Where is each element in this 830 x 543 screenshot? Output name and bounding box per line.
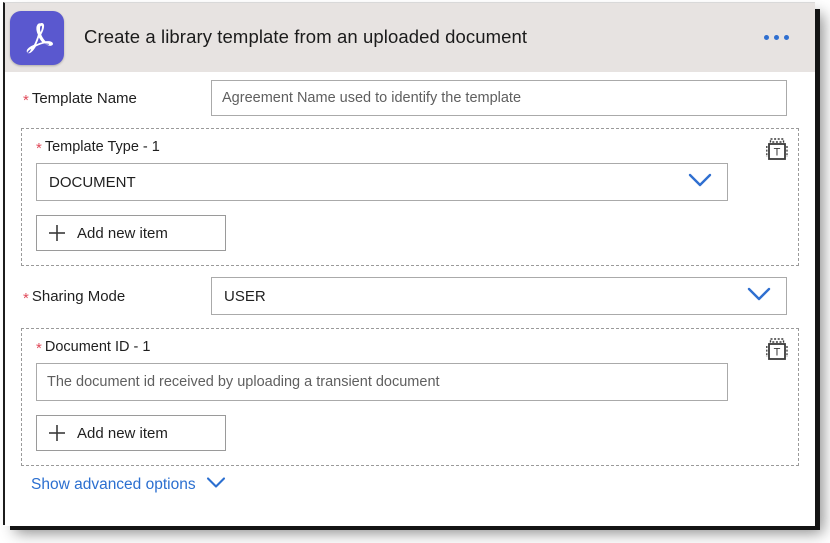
- screen-root: Create a library template from an upload…: [0, 0, 830, 543]
- document-id-add-new-item-button[interactable]: Add new item: [36, 415, 226, 451]
- chevron-down-icon: [206, 476, 226, 494]
- template-type-group: T * Template Type - 1 DOCUMENT: [21, 128, 799, 266]
- chevron-down-icon: [746, 286, 772, 306]
- document-id-delete-icon[interactable]: T: [766, 338, 788, 362]
- sharing-mode-label: * Sharing Mode: [23, 288, 211, 305]
- plus-icon: [37, 423, 77, 443]
- template-name-label: * Template Name: [23, 90, 211, 107]
- svg-text:T: T: [774, 347, 781, 359]
- ellipsis-dot: [774, 35, 779, 40]
- svg-text:T: T: [774, 147, 781, 159]
- template-name-placeholder: Agreement Name used to identify the temp…: [222, 90, 521, 106]
- more-options-ellipsis-icon[interactable]: [764, 35, 789, 40]
- template-type-delete-icon[interactable]: T: [766, 138, 788, 162]
- plus-icon: [37, 223, 77, 243]
- document-id-add-new-item-label: Add new item: [77, 425, 168, 442]
- document-id-label: * Document ID - 1: [36, 339, 784, 355]
- template-name-label-text: Template Name: [32, 90, 137, 107]
- document-id-placeholder: The document id received by uploading a …: [47, 374, 440, 390]
- required-asterisk: *: [23, 291, 29, 306]
- chevron-down-icon: [687, 172, 713, 192]
- adobe-acrobat-icon: [10, 11, 64, 65]
- template-type-label: * Template Type - 1: [36, 139, 784, 155]
- required-asterisk: *: [23, 93, 29, 108]
- required-asterisk: *: [36, 341, 42, 356]
- ellipsis-dot: [764, 35, 769, 40]
- show-advanced-options-label: Show advanced options: [31, 476, 196, 494]
- template-type-select[interactable]: DOCUMENT: [36, 163, 728, 201]
- sharing-mode-selected-value: USER: [224, 288, 266, 305]
- template-type-add-new-item-button[interactable]: Add new item: [36, 215, 226, 251]
- field-row-template-name: * Template Name Agreement Name used to i…: [5, 72, 815, 124]
- required-asterisk: *: [36, 141, 42, 156]
- sharing-mode-select[interactable]: USER: [211, 277, 787, 315]
- sharing-mode-label-text: Sharing Mode: [32, 288, 125, 305]
- ellipsis-dot: [784, 35, 789, 40]
- card-header: Create a library template from an upload…: [5, 3, 815, 72]
- template-name-input[interactable]: Agreement Name used to identify the temp…: [211, 80, 787, 116]
- show-advanced-options-link[interactable]: Show advanced options: [31, 476, 226, 494]
- document-id-label-text: Document ID - 1: [45, 339, 151, 355]
- template-type-add-new-item-label: Add new item: [77, 225, 168, 242]
- card-title: Create a library template from an upload…: [84, 26, 764, 48]
- template-type-selected-value: DOCUMENT: [49, 174, 136, 191]
- document-id-group: T * Document ID - 1 The document id rece…: [21, 328, 799, 466]
- template-type-label-text: Template Type - 1: [45, 139, 160, 155]
- flow-action-card: Create a library template from an upload…: [3, 2, 815, 525]
- document-id-input[interactable]: The document id received by uploading a …: [36, 363, 728, 401]
- field-row-sharing-mode: * Sharing Mode USER: [5, 266, 815, 326]
- card-body: * Template Name Agreement Name used to i…: [5, 72, 815, 526]
